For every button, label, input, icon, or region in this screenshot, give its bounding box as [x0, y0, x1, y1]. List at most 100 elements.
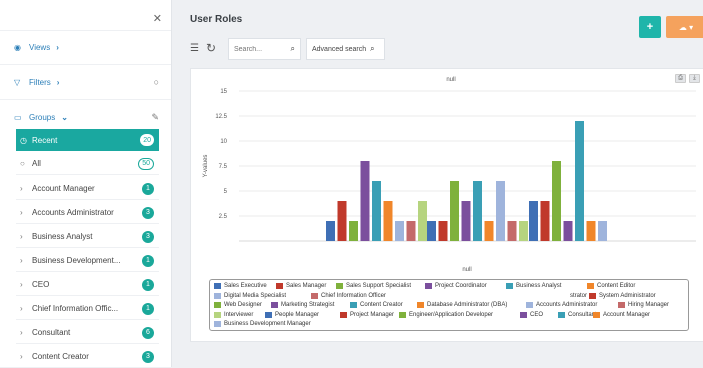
legend-label: Business Analyst — [516, 283, 562, 289]
bar — [563, 221, 573, 241]
chevron-right-icon: › — [20, 232, 23, 241]
legend-swatch — [214, 302, 221, 308]
group-item[interactable]: › Chief Information Offic... 1 — [16, 298, 159, 320]
groups-label: Groups — [29, 112, 56, 122]
advanced-search-label: Advanced search — [312, 45, 367, 53]
legend-item[interactable]: Sales Executive — [214, 283, 267, 289]
bar — [598, 221, 607, 241]
legend-item[interactable]: Content Creator — [350, 302, 403, 308]
count-badge: 3 — [142, 206, 154, 219]
chevron-right-icon: › — [20, 352, 23, 361]
advanced-search-button[interactable]: Advanced search ⌕ — [306, 38, 385, 60]
divider — [0, 99, 171, 100]
legend-item[interactable]: System Administrator — [589, 292, 656, 299]
legend-item[interactable]: Account Manager — [593, 311, 651, 318]
cloud-icon: ☁ ▾ — [678, 22, 694, 32]
legend-swatch — [417, 302, 424, 308]
bar — [507, 221, 517, 241]
legend-label: Sales Support Specialist — [346, 283, 412, 289]
legend-label: Project Coordinator — [435, 283, 487, 289]
legend-item[interactable]: Accounts Administrator — [526, 302, 597, 308]
legend-item[interactable]: Marketing Strategist — [271, 302, 334, 308]
legend-swatch — [214, 292, 221, 299]
legend-swatch — [587, 283, 594, 289]
legend-label: Web Designer — [224, 302, 262, 308]
search-input[interactable] — [234, 45, 286, 53]
legend-item[interactable]: Sales Support Specialist — [336, 283, 411, 289]
legend-swatch — [425, 283, 432, 289]
divider — [0, 64, 171, 65]
legend-item[interactable]: Content Editor — [587, 283, 635, 289]
legend-item[interactable]: Project Coordinator — [425, 283, 487, 289]
legend-swatch — [506, 283, 513, 289]
group-item[interactable]: › Accounts Administrator 3 — [16, 202, 159, 224]
group-item[interactable]: › Business Development... 1 — [16, 250, 159, 272]
refresh-icon[interactable]: ↻ — [206, 41, 216, 55]
legend-item[interactable]: Engineer/Application Developer — [399, 311, 494, 318]
add-button[interactable]: + — [639, 16, 661, 38]
count-badge: 1 — [142, 182, 154, 195]
y-tick-label: 15 — [220, 89, 227, 95]
group-item-recent[interactable]: ◷ Recent 20 — [16, 129, 159, 151]
legend-label: Business Development Manager — [224, 321, 311, 327]
legend-item[interactable]: Consultant — [558, 311, 597, 318]
legend-item[interactable]: Chief Information Officer — [311, 292, 386, 299]
search-icon[interactable]: ⌕ — [291, 44, 295, 54]
group-item[interactable]: › Content Creator 3 — [16, 346, 159, 368]
filters-toggle[interactable]: ▽ Filters › ○ — [14, 73, 159, 91]
group-item[interactable]: › Consultant 6 — [16, 322, 159, 344]
legend-label: Engineer/Application Developer — [409, 311, 494, 318]
bar — [383, 201, 393, 241]
legend-item[interactable]: Business Development Manager — [214, 321, 311, 327]
bar — [496, 181, 505, 241]
page-title: User Roles — [190, 14, 243, 25]
legend-item[interactable]: strator — [560, 292, 587, 299]
y-tick-label: 2.5 — [219, 214, 228, 220]
legend-swatch — [560, 292, 567, 299]
chevron-right-icon: › — [20, 184, 23, 193]
legend-label: Digital Media Specialist — [224, 292, 287, 299]
groups-toggle[interactable]: ▭ Groups ⌄ ✎ — [14, 108, 159, 126]
legend-item[interactable]: Business Analyst — [506, 283, 561, 289]
export-button[interactable]: ☁ ▾ — [666, 16, 703, 38]
search-field: ⌕ — [228, 38, 301, 60]
group-item-all[interactable]: ○ All 50 — [16, 153, 159, 175]
legend-item[interactable]: Interviewer — [214, 311, 253, 318]
legend-label: Account Manager — [603, 311, 651, 318]
bar — [540, 201, 550, 241]
group-item[interactable]: › Account Manager 1 — [16, 178, 159, 200]
filter-icon: ▽ — [14, 77, 21, 87]
legend-item[interactable]: Project Manager — [340, 311, 395, 318]
bar — [519, 221, 528, 241]
legend-swatch — [214, 283, 221, 289]
search-icon: ⌕ — [370, 44, 375, 53]
legend-item[interactable]: Web Designer — [214, 302, 262, 308]
group-item[interactable]: › Business Analyst 3 — [16, 226, 159, 248]
legend-item[interactable]: Sales Manager — [276, 283, 326, 289]
group-label: Chief Information Offic... — [32, 304, 119, 313]
bar — [349, 221, 358, 241]
edit-icon[interactable]: ✎ — [151, 112, 159, 123]
legend-swatch — [271, 302, 278, 308]
legend-item[interactable]: Database Administrator (DBA) — [417, 302, 507, 308]
legend-item[interactable]: People Manager — [265, 311, 320, 318]
legend-item[interactable]: Hiring Manager — [618, 302, 669, 308]
close-icon[interactable]: ✕ — [153, 12, 162, 25]
count-badge: 50 — [138, 157, 154, 170]
bar — [418, 201, 427, 241]
group-label: All — [32, 159, 41, 168]
chevron-right-icon: › — [20, 208, 23, 217]
bar — [461, 201, 471, 241]
list-icon[interactable]: ☰ — [190, 43, 199, 54]
circle-icon[interactable]: ○ — [154, 77, 159, 87]
group-item[interactable]: › CEO 1 — [16, 274, 159, 296]
legend-item[interactable]: CEO — [520, 311, 543, 318]
legend-label: People Manager — [275, 311, 320, 318]
group-label: Accounts Administrator — [32, 208, 114, 217]
group-label: Business Development... — [32, 256, 121, 265]
views-toggle[interactable]: ◉ Views › — [14, 38, 159, 56]
legend-item[interactable]: Digital Media Specialist — [214, 292, 287, 299]
chevron-right-icon: › — [20, 280, 23, 289]
group-label: CEO — [32, 280, 50, 289]
legend-label: Project Manager — [350, 311, 395, 318]
